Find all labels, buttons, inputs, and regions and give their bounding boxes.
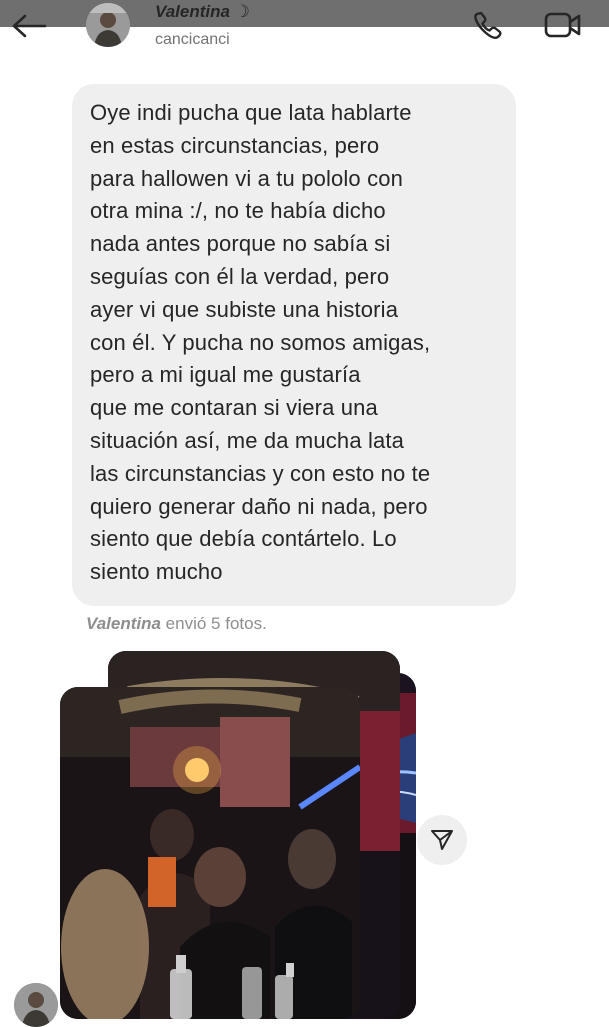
message-line: Oye indi pucha que lata hablarte xyxy=(90,100,412,125)
avatar-photo xyxy=(86,3,130,47)
video-camera-icon xyxy=(544,12,581,38)
arrow-left-icon xyxy=(12,14,47,38)
audio-call-button[interactable] xyxy=(468,6,508,44)
sender-name: Valentina xyxy=(86,614,161,633)
message-text: Oye indi pucha que lata hablarte en esta… xyxy=(90,97,502,589)
avatar-photo xyxy=(14,983,58,1027)
contact-name[interactable]: Valentina ☽ xyxy=(155,2,250,22)
share-button[interactable] xyxy=(417,815,467,865)
message-line: las circunstancias y con esto no te xyxy=(90,460,431,486)
contact-username: cancicanci xyxy=(155,31,230,48)
video-call-button[interactable] xyxy=(540,6,586,44)
message-line: siento mucho xyxy=(90,559,223,585)
message-bubble[interactable]: Oye indi pucha que lata hablarte en esta… xyxy=(72,84,516,606)
message-line: con él. Y pucha no somos amigas, xyxy=(90,329,431,355)
sent-photos-notice: Valentina envió 5 fotos. xyxy=(86,614,267,634)
message-line: ayer vi que subiste una historia xyxy=(90,296,399,322)
message-line: otra mina :/, no te había dicho xyxy=(90,198,386,224)
photo-front xyxy=(60,687,360,1019)
sent-photos-text: envió 5 fotos. xyxy=(160,614,267,633)
message-line: quiero generar daño ni nada, pero xyxy=(90,493,428,519)
message-line: siento que debía contártelo. Lo xyxy=(90,526,397,552)
back-button[interactable] xyxy=(8,8,50,44)
message-line: seguías con él la verdad, pero xyxy=(90,263,390,289)
conversation-header: Valentina ☽ cancicanci xyxy=(0,0,609,62)
message-line: que me contaran si viera una xyxy=(90,395,378,421)
sender-avatar[interactable] xyxy=(14,983,58,1027)
message-line: para hallowen vi a tu pololo con xyxy=(90,165,404,191)
message-line: situación así, me da mucha lata xyxy=(90,427,405,453)
contact-avatar[interactable] xyxy=(86,3,130,47)
photo-image xyxy=(60,687,360,1019)
photo-stack[interactable] xyxy=(60,645,420,1019)
message-line: en estas circunstancias, pero xyxy=(90,132,380,158)
paper-plane-icon xyxy=(431,830,453,850)
message-line: pero a mi igual me gustaría xyxy=(90,362,361,388)
phone-icon xyxy=(474,11,502,39)
message-line: nada antes porque no sabía si xyxy=(90,231,391,257)
